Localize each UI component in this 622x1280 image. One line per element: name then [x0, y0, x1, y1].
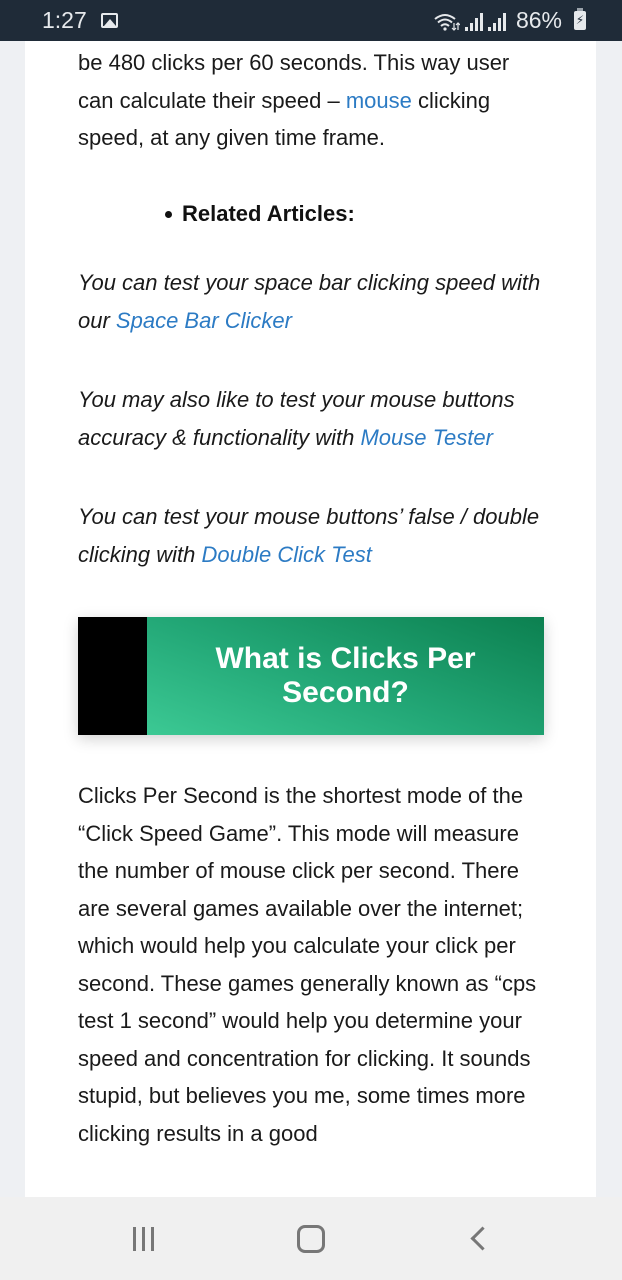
recent-apps-icon	[133, 1226, 155, 1251]
signal-icon	[487, 12, 506, 31]
related-item: You can test your space bar clicking spe…	[78, 264, 548, 339]
navigation-bar	[0, 1197, 622, 1280]
gallery-icon	[100, 13, 118, 28]
related-item: You can test your mouse buttons’ false /…	[78, 498, 548, 573]
home-icon	[296, 1224, 325, 1253]
banner-accent	[78, 617, 147, 735]
status-bar: 1:27 86%	[0, 0, 622, 41]
mouse-link[interactable]: mouse	[346, 88, 412, 113]
back-button[interactable]	[448, 1214, 508, 1264]
double-click-test-link[interactable]: Double Click Test	[201, 542, 371, 567]
section-heading: What is Clicks Per Second?	[147, 617, 544, 735]
signal-icon	[464, 12, 483, 31]
battery-charging-icon	[574, 8, 586, 30]
article-content: be 480 clicks per 60 seconds. This way u…	[25, 41, 596, 1197]
bullet-icon	[165, 210, 172, 218]
related-articles-heading: Related Articles:	[165, 201, 355, 227]
home-button[interactable]	[281, 1214, 341, 1264]
related-articles-label: Related Articles:	[182, 201, 355, 226]
recent-apps-button[interactable]	[114, 1214, 174, 1264]
section-heading-banner: What is Clicks Per Second?	[78, 617, 544, 735]
back-icon	[470, 1226, 495, 1251]
battery-percent: 86%	[515, 7, 562, 33]
intro-paragraph: be 480 clicks per 60 seconds. This way u…	[78, 44, 548, 157]
related-item: You may also like to test your mouse but…	[78, 381, 548, 456]
body-paragraph: Clicks Per Second is the shortest mode o…	[78, 783, 537, 1146]
mouse-tester-link[interactable]: Mouse Tester	[360, 425, 492, 450]
space-bar-clicker-link[interactable]: Space Bar Clicker	[116, 308, 292, 333]
wifi-icon	[434, 13, 460, 31]
status-time: 1:27	[42, 7, 87, 33]
